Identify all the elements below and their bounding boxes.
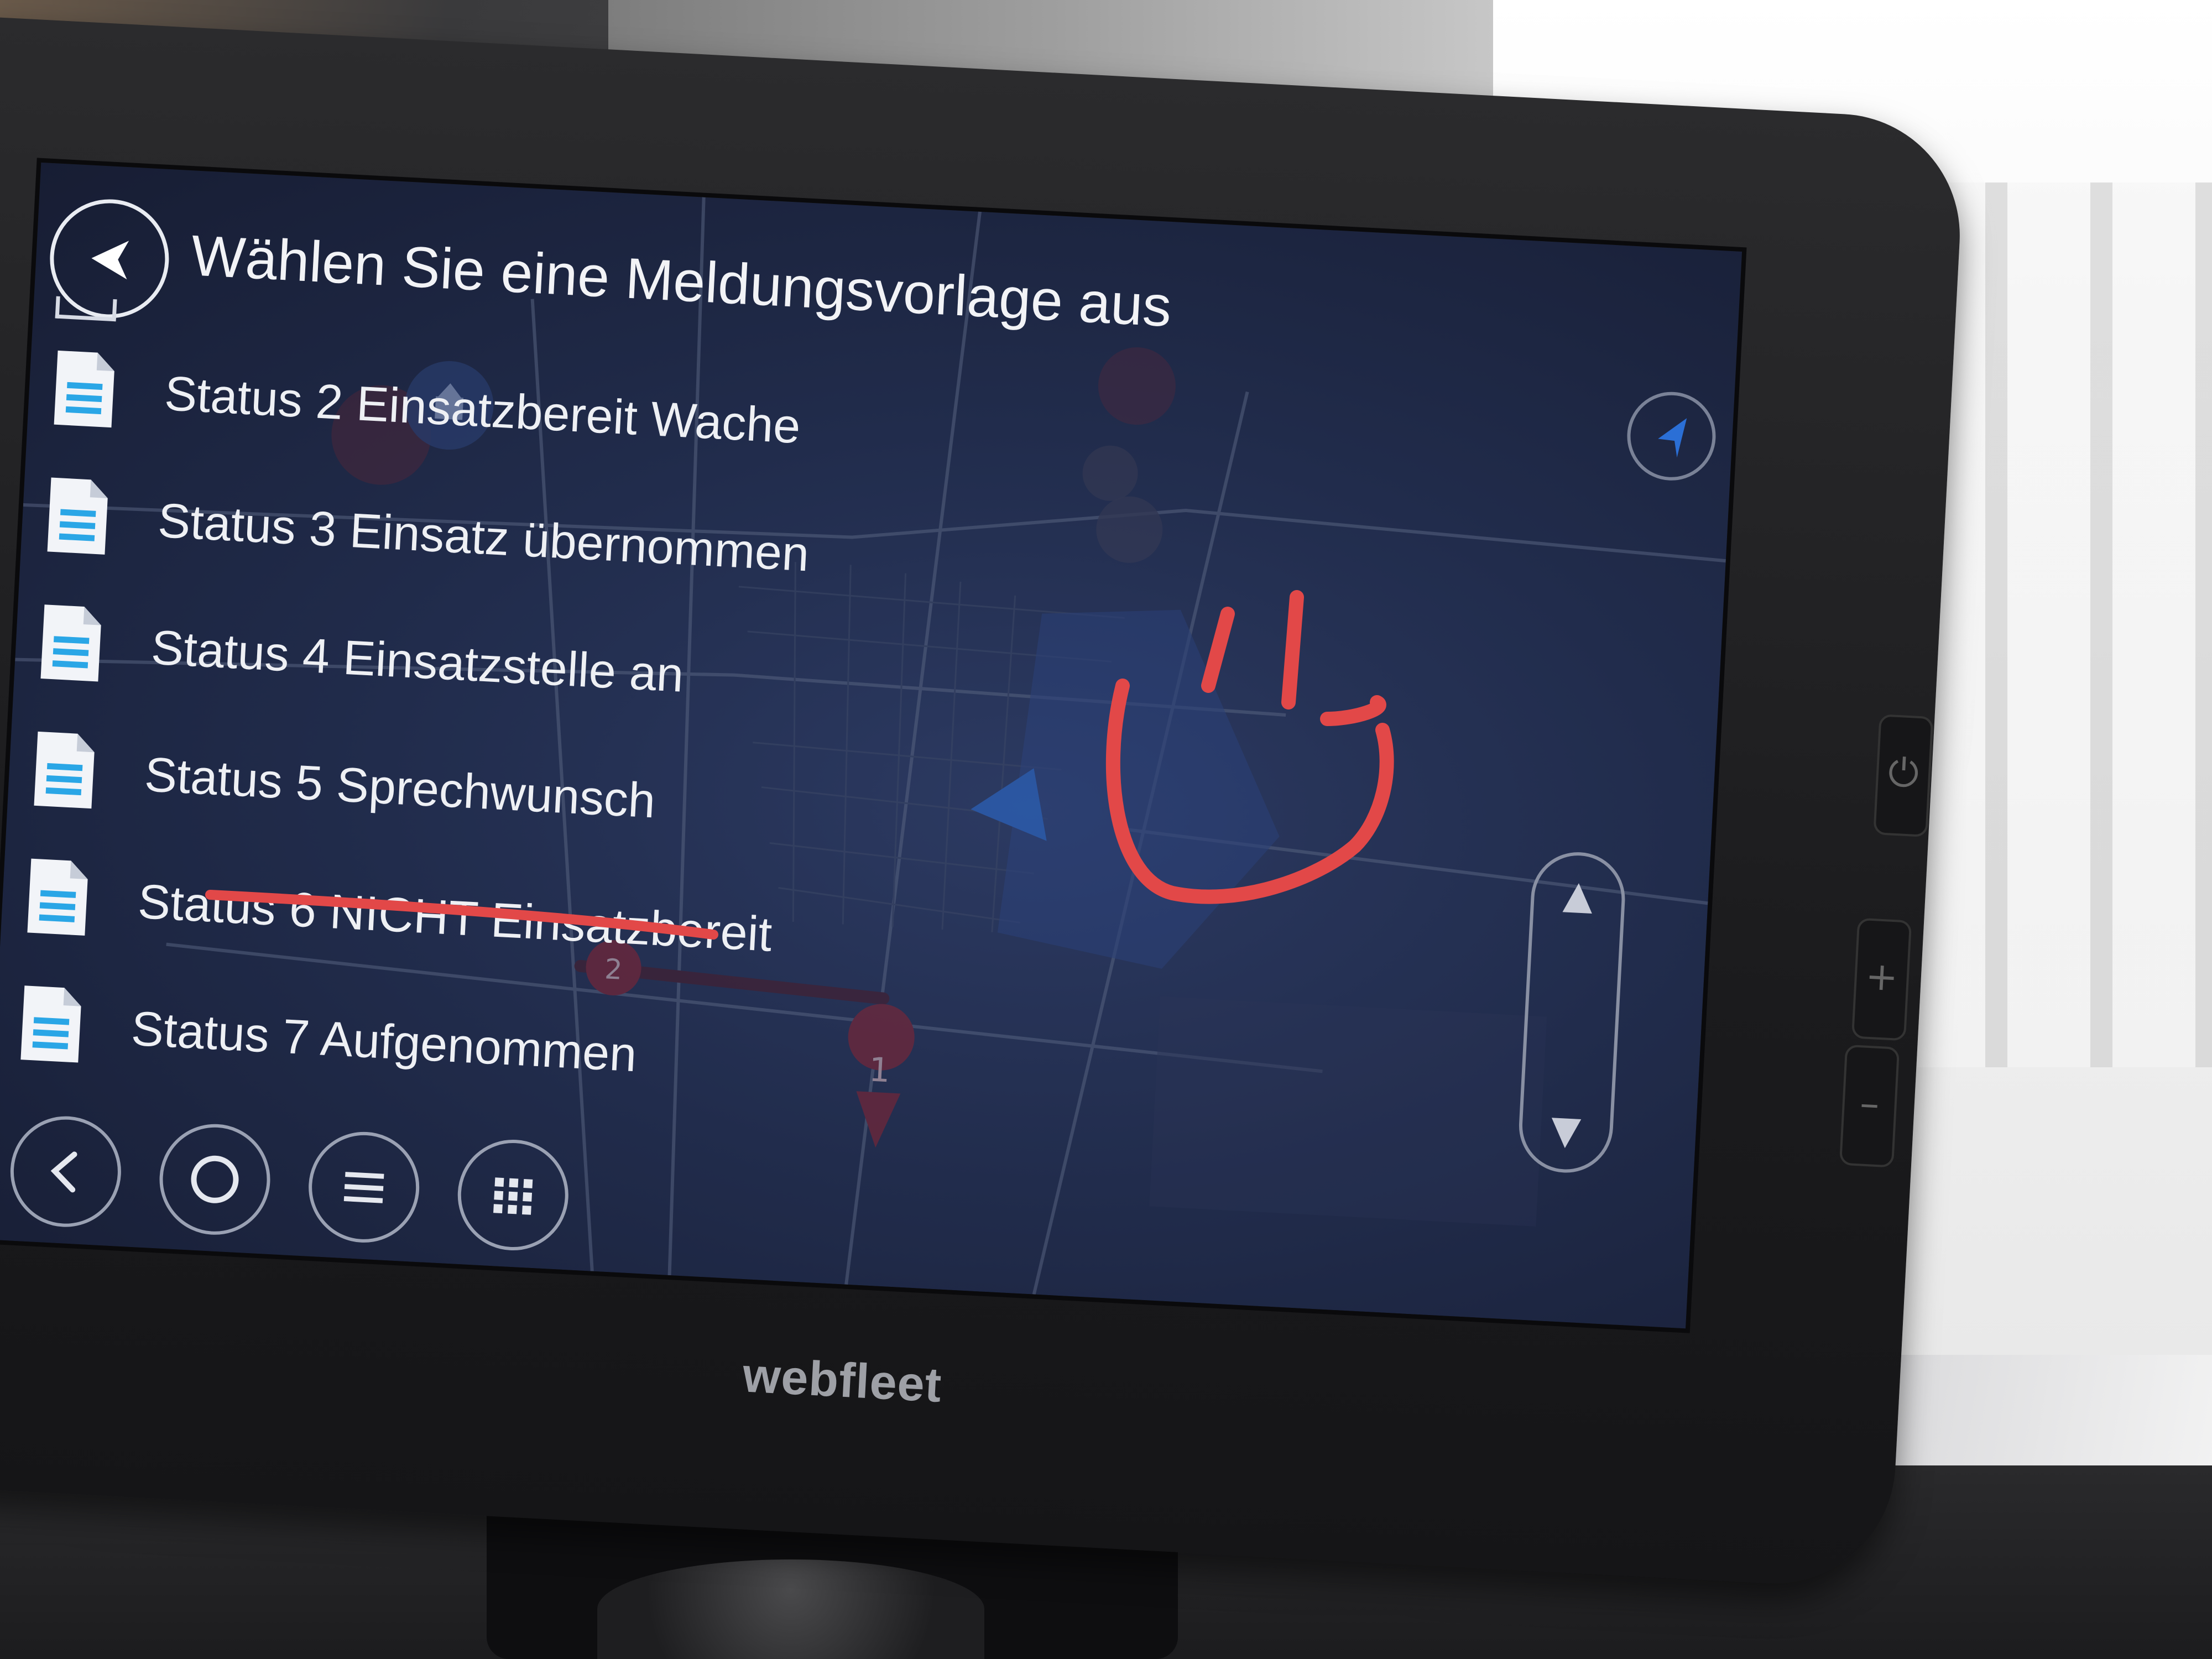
document-icon (34, 731, 95, 809)
document-icon (40, 604, 101, 682)
list-item-label: Status 7 Aufgenommen (130, 1000, 638, 1082)
scroll-up-icon[interactable]: ▲ (1533, 870, 1623, 920)
list-item-label: Status 4 Einsatzstelle an (150, 619, 685, 702)
hamburger-icon (343, 1172, 384, 1203)
nav-menu-button[interactable] (306, 1129, 422, 1246)
navigation-device: ⏻ + – 1 2 Wählen Sie eine Meldungsvorlag… (0, 17, 1966, 1590)
document-icon (47, 477, 108, 555)
list-item-label: Status 5 Sprechwunsch (143, 747, 657, 828)
side-button-volume-up[interactable]: + (1851, 917, 1912, 1041)
compass-arrow-icon (1658, 418, 1687, 458)
list-item-label: Status 3 Einsatz übernommen (156, 492, 811, 582)
circle-icon (191, 1155, 239, 1203)
document-icon (20, 985, 81, 1063)
device-mount-ball (597, 1559, 984, 1659)
nav-back-button[interactable] (7, 1113, 124, 1230)
webfleet-logo: webfleet (741, 1347, 943, 1413)
compass-button[interactable] (1625, 389, 1718, 483)
side-button-volume-down[interactable]: – (1839, 1044, 1900, 1168)
side-button-power[interactable]: ⏻ (1873, 714, 1934, 838)
device-screen: 1 2 Wählen Sie eine Meldungsvorlage aus (0, 158, 1747, 1333)
message-template-list: Status 2 Einsatzbereit Wache Status 3 Ei… (0, 322, 1082, 1140)
list-item-label: Status 2 Einsatzbereit Wache (163, 366, 802, 454)
chevron-left-icon (50, 1151, 77, 1193)
document-icon (27, 858, 88, 936)
list-item-label: Status 6 NICHT Einsatzbereit (137, 873, 774, 962)
list-scroll-indicator (55, 296, 117, 322)
grid-icon (493, 1177, 533, 1215)
nav-home-button[interactable] (156, 1121, 273, 1238)
map-zoom-scroll-control[interactable]: ▲ ▼ (1516, 849, 1627, 1175)
back-arrow-icon (91, 240, 129, 279)
document-icon (54, 350, 114, 428)
scroll-down-icon[interactable]: ▼ (1521, 1105, 1611, 1155)
nav-apps-button[interactable] (455, 1136, 571, 1254)
